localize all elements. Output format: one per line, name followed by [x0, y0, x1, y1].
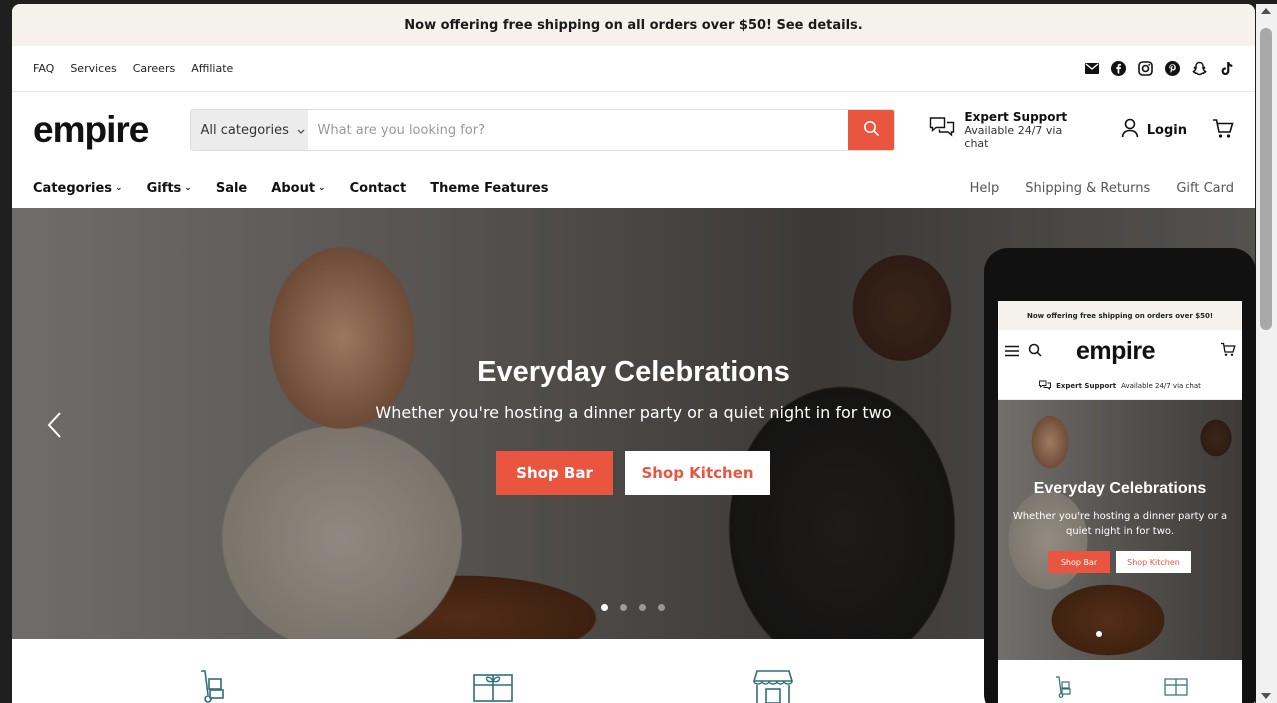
scroll-up-arrow-icon[interactable]	[1261, 8, 1271, 14]
announcement-text[interactable]: Now offering free shipping on all orders…	[404, 18, 862, 33]
shop-bar-button[interactable]: Shop Bar	[496, 451, 613, 495]
mobile-support[interactable]: Expert Support Available 24/7 via chat	[998, 373, 1242, 400]
category-select-label: All categories	[200, 122, 289, 138]
email-icon[interactable]	[1084, 61, 1099, 76]
mobile-gift-box-icon	[1164, 676, 1188, 700]
mobile-header: empire	[998, 330, 1242, 373]
chevron-down-icon: ⌄	[115, 183, 123, 193]
social-icons	[1084, 61, 1234, 76]
user-icon	[1121, 118, 1139, 142]
storefront-icon	[752, 669, 794, 703]
nav-item-gift-card[interactable]: Gift Card	[1176, 181, 1234, 196]
page-scrollbar[interactable]	[1256, 4, 1277, 703]
dolly-icon	[196, 669, 226, 703]
scroll-down-arrow-icon[interactable]	[1261, 693, 1271, 699]
main-nav: Categories ⌄ Gifts ⌄ Sale About ⌄ Contact T…	[12, 168, 1255, 208]
mobile-chat-icon	[1039, 380, 1052, 393]
snapchat-icon[interactable]	[1192, 61, 1207, 76]
site-logo[interactable]: empire	[33, 109, 169, 151]
expert-support[interactable]: Expert Support Available 24/7 via chat	[929, 110, 1085, 150]
chevron-down-icon: ⌄	[318, 183, 326, 193]
facebook-icon[interactable]	[1111, 61, 1126, 76]
search-input[interactable]	[308, 110, 849, 150]
mobile-hero-title: Everyday Celebrations	[1033, 480, 1207, 497]
nav-label-gifts: Gifts	[146, 180, 182, 196]
gift-box-icon	[472, 669, 514, 703]
search-bar: All categories	[190, 109, 896, 151]
nav-item-gifts[interactable]: Gifts ⌄	[147, 181, 192, 196]
mobile-announcement[interactable]: Now offering free shipping on orders ove…	[998, 301, 1242, 330]
support-subtitle: Available 24/7 via chat	[964, 124, 1063, 150]
scroll-thumb[interactable]	[1260, 28, 1272, 330]
login-label: Login	[1146, 122, 1187, 138]
nav-label-about: About	[271, 180, 316, 196]
shop-kitchen-button[interactable]: Shop Kitchen	[625, 451, 770, 495]
mobile-preview: Now offering free shipping on orders ove…	[984, 248, 1256, 703]
chevron-left-icon	[46, 412, 62, 443]
mobile-screen: Now offering free shipping on orders ove…	[998, 301, 1242, 703]
util-link-affiliate[interactable]: Affiliate	[191, 62, 233, 75]
pinterest-icon[interactable]	[1165, 61, 1180, 76]
mobile-dolly-icon	[1054, 676, 1072, 702]
chat-icon	[929, 116, 955, 144]
nav-item-shipping-returns[interactable]: Shipping & Returns	[1025, 181, 1150, 196]
tiktok-icon[interactable]	[1219, 61, 1234, 76]
mobile-support-title: Expert Support	[1056, 382, 1117, 390]
mobile-logo[interactable]: empire	[1076, 337, 1155, 366]
category-select[interactable]: All categories	[191, 110, 309, 150]
util-link-faq[interactable]: FAQ	[33, 62, 54, 75]
search-button[interactable]	[848, 110, 895, 150]
nav-label-theme-features: Theme Features	[430, 180, 549, 196]
hero-buttons: Shop Bar Shop Kitchen	[496, 451, 770, 495]
nav-label-contact: Contact	[349, 180, 407, 196]
cart-icon	[1212, 118, 1234, 143]
slide-dots	[601, 604, 665, 611]
slide-dot-4[interactable]	[658, 604, 665, 611]
mobile-cart-icon[interactable]	[1220, 342, 1236, 361]
announcement-bar[interactable]: Now offering free shipping on all orders…	[12, 4, 1255, 46]
utility-bar: FAQ Services Careers Affiliate	[12, 46, 1255, 92]
nav-item-about[interactable]: About ⌄	[271, 181, 325, 196]
main-header: empire All categories Expert Support A	[12, 92, 1255, 168]
support-title: Expert Support	[964, 110, 1068, 124]
support-text: Expert Support Available 24/7 via chat	[964, 110, 1085, 150]
mobile-hero: Everyday Celebrations Whether you're hos…	[998, 400, 1242, 660]
mobile-search-icon[interactable]	[1028, 342, 1042, 361]
nav-primary: Categories ⌄ Gifts ⌄ Sale About ⌄ Contact T…	[33, 181, 548, 196]
instagram-icon[interactable]	[1138, 61, 1153, 76]
mobile-shop-bar-button[interactable]: Shop Bar	[1048, 551, 1110, 573]
slide-dot-2[interactable]	[620, 604, 627, 611]
mobile-shop-kitchen-button[interactable]: Shop Kitchen	[1116, 551, 1191, 573]
search-icon	[863, 120, 880, 141]
mobile-support-subtitle: Available 24/7 via chat	[1121, 382, 1201, 390]
mobile-slide-dot[interactable]	[1096, 631, 1102, 637]
nav-secondary: Help Shipping & Returns Gift Card	[970, 181, 1234, 196]
nav-item-help[interactable]: Help	[970, 181, 1000, 196]
chevron-down-icon: ⌄	[184, 183, 192, 193]
util-link-careers[interactable]: Careers	[133, 62, 176, 75]
login-link[interactable]: Login	[1121, 118, 1187, 142]
utility-links: FAQ Services Careers Affiliate	[33, 62, 233, 75]
slide-dot-3[interactable]	[639, 604, 646, 611]
nav-label-sale: Sale	[215, 180, 248, 196]
nav-item-theme-features[interactable]: Theme Features	[430, 181, 548, 196]
slide-dot-1[interactable]	[601, 604, 608, 611]
nav-item-categories[interactable]: Categories ⌄	[33, 181, 123, 196]
util-link-services[interactable]: Services	[70, 62, 116, 75]
mobile-hero-subtitle: Whether you're hosting a dinner party or…	[1012, 511, 1228, 537]
chevron-down-icon	[297, 123, 305, 138]
nav-item-sale[interactable]: Sale	[216, 181, 247, 196]
mobile-hero-buttons: Shop Bar Shop Kitchen	[1048, 551, 1191, 573]
cart-button[interactable]	[1212, 118, 1234, 143]
nav-label-categories: Categories	[33, 180, 113, 196]
menu-icon[interactable]	[1004, 342, 1020, 361]
nav-item-contact[interactable]: Contact	[350, 181, 407, 196]
